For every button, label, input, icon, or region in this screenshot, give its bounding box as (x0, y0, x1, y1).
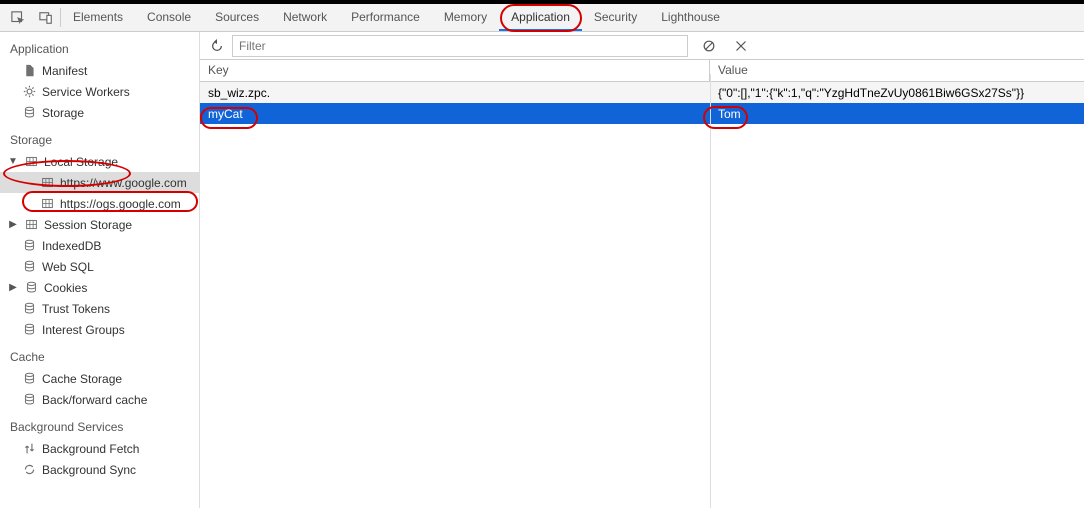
sidebar-item-label: Background Fetch (42, 442, 139, 456)
sidebar-item-label: Interest Groups (42, 323, 125, 337)
cell-value: {"0":[],"1":{"k":1,"q":"YzgHdTneZvUy0861… (710, 84, 1084, 102)
sidebar-item-label: IndexedDB (42, 239, 101, 253)
sidebar-item-label: Trust Tokens (42, 302, 110, 316)
table-row[interactable]: myCatTom (200, 103, 1084, 124)
db-icon (22, 260, 36, 274)
sidebar-item-label: https://www.google.com (60, 176, 187, 190)
chevron-right-icon[interactable]: ▶ (8, 282, 18, 293)
sidebar-item-service-workers[interactable]: Service Workers (0, 81, 199, 102)
section-bg: Background Services (0, 410, 199, 438)
cell-key: myCat (200, 105, 710, 123)
tab-memory[interactable]: Memory (432, 4, 499, 31)
sync-icon (22, 463, 36, 477)
db-icon (22, 393, 36, 407)
device-toggle-icon[interactable] (32, 4, 60, 31)
gear-icon (22, 85, 36, 99)
table-row[interactable]: sb_wiz.zpc.{"0":[],"1":{"k":1,"q":"YzgHd… (200, 82, 1084, 103)
db-icon (22, 323, 36, 337)
grid-icon (24, 218, 38, 232)
db-icon (22, 239, 36, 253)
col-key[interactable]: Key (200, 60, 710, 81)
sidebar-item-interest-groups[interactable]: Interest Groups (0, 319, 199, 340)
sidebar-item-trust-tokens[interactable]: Trust Tokens (0, 298, 199, 319)
grid-icon (40, 176, 54, 190)
table-header: Key Value (200, 60, 1084, 82)
tab-sources[interactable]: Sources (203, 4, 271, 31)
storage-table: Key Value sb_wiz.zpc.{"0":[],"1":{"k":1,… (200, 60, 1084, 508)
db-icon (24, 281, 38, 295)
tab-lighthouse[interactable]: Lighthouse (649, 4, 732, 31)
sidebar-item-label: Local Storage (44, 155, 118, 169)
section-cache: Cache (0, 340, 199, 368)
tab-security[interactable]: Security (582, 4, 649, 31)
content-panel: Key Value sb_wiz.zpc.{"0":[],"1":{"k":1,… (200, 32, 1084, 508)
sidebar-item-label: Cookies (44, 281, 87, 295)
sidebar-item-cookies[interactable]: ▶ Cookies (0, 277, 199, 298)
chevron-right-icon[interactable]: ▶ (8, 219, 18, 230)
updown-icon (22, 442, 36, 456)
sidebar-item-session-storage[interactable]: ▶ Session Storage (0, 214, 199, 235)
sidebar-item-label: Back/forward cache (42, 393, 147, 407)
clear-all-icon[interactable] (698, 35, 720, 57)
sidebar-item-storage[interactable]: Storage (0, 102, 199, 123)
sidebar-item-label: Session Storage (44, 218, 132, 232)
sidebar-item-label: Storage (42, 106, 84, 120)
sidebar-item-label: Background Sync (42, 463, 136, 477)
sidebar: Application Manifest Service Workers Stora… (0, 32, 200, 508)
db-icon (22, 372, 36, 386)
sidebar-item-label: https://ogs.google.com (60, 197, 181, 211)
tab-performance[interactable]: Performance (339, 4, 432, 31)
sidebar-item-local-storage[interactable]: ▼ Local Storage (0, 151, 199, 172)
grid-icon (24, 155, 38, 169)
refresh-icon[interactable] (206, 35, 228, 57)
inspect-icon[interactable] (4, 4, 32, 31)
sidebar-item-background-fetch[interactable]: Background Fetch (0, 438, 199, 459)
grid-icon (40, 197, 54, 211)
filter-input[interactable] (232, 35, 688, 57)
db-icon (22, 106, 36, 120)
chevron-down-icon[interactable]: ▼ (8, 156, 18, 167)
col-value[interactable]: Value (710, 60, 1084, 81)
sidebar-item-manifest[interactable]: Manifest (0, 60, 199, 81)
section-storage: Storage (0, 123, 199, 151)
tab-elements[interactable]: Elements (61, 4, 135, 31)
sidebar-item-label: Manifest (42, 64, 87, 78)
content-toolbar (200, 32, 1084, 60)
sidebar-item-https-www-google-com[interactable]: https://www.google.com (0, 172, 199, 193)
sidebar-item-back-forward-cache[interactable]: Back/forward cache (0, 389, 199, 410)
file-icon (22, 64, 36, 78)
tab-network[interactable]: Network (271, 4, 339, 31)
tab-application[interactable]: Application (499, 4, 582, 31)
sidebar-item-indexeddb[interactable]: IndexedDB (0, 235, 199, 256)
sidebar-item-label: Service Workers (42, 85, 130, 99)
sidebar-item-web-sql[interactable]: Web SQL (0, 256, 199, 277)
delete-icon[interactable] (730, 35, 752, 57)
column-divider[interactable] (710, 74, 711, 508)
cell-key: sb_wiz.zpc. (200, 84, 710, 102)
db-icon (22, 302, 36, 316)
sidebar-item-cache-storage[interactable]: Cache Storage (0, 368, 199, 389)
devtools-tabs: ElementsConsoleSourcesNetworkPerformance… (0, 4, 1084, 32)
cell-value: Tom (710, 105, 1084, 123)
tab-console[interactable]: Console (135, 4, 203, 31)
sidebar-item-label: Web SQL (42, 260, 94, 274)
section-application: Application (0, 32, 199, 60)
sidebar-item-label: Cache Storage (42, 372, 122, 386)
sidebar-item-background-sync[interactable]: Background Sync (0, 459, 199, 480)
sidebar-item-https-ogs-google-com[interactable]: https://ogs.google.com (0, 193, 199, 214)
